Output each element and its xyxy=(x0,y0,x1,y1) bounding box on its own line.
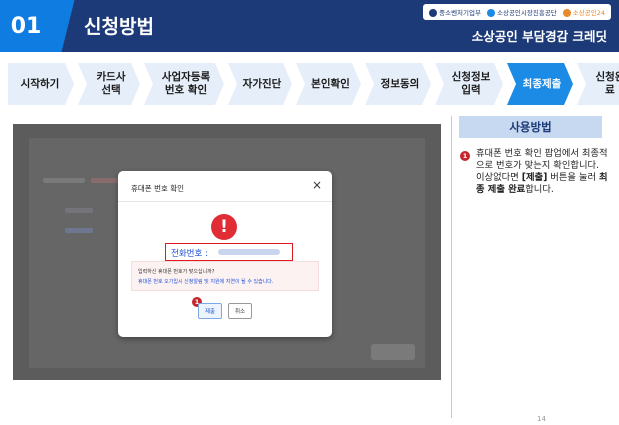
howto-instructions: 휴대폰 번호 확인 팝업에서 최종적으로 번호가 맞는지 확인합니다. 이상없다… xyxy=(476,148,612,196)
howto-submit-emphasis: [제출] xyxy=(521,172,548,183)
howto-line2-mid: 버튼을 눌러 xyxy=(547,172,599,183)
howto-line1: 휴대폰 번호 확인 팝업에서 최종적으로 번호가 맞는지 확인합니다. xyxy=(476,148,608,171)
step-identity: 본인확인 xyxy=(296,63,361,105)
logo-semas: 소상공인시장진흥공단 xyxy=(486,7,557,17)
page-number: 14 xyxy=(537,415,546,423)
vertical-divider xyxy=(451,116,452,418)
partner-logos: 중소벤처기업부 소상공인시장진흥공단 소상공인24 xyxy=(423,4,611,20)
blurred-button xyxy=(371,344,415,360)
confirm-message-box: 입력하신 휴대폰 번호가 맞으십니까? 휴대폰 번호 오기입시 신청알림 및 지… xyxy=(131,261,319,291)
step-self-diagnosis: 자가진단 xyxy=(228,63,292,105)
howto-line2-pre: 이상없다면 xyxy=(476,172,522,183)
step-start: 시작하기 xyxy=(8,63,74,105)
step-final-submit: 최종제출 xyxy=(507,63,573,105)
dialog-divider xyxy=(118,201,332,202)
process-steps: 시작하기 카드사 선택 사업자등록 번호 확인 자가진단 본인확인 정보동의 신… xyxy=(8,63,613,105)
step-business-number: 사업자등록 번호 확인 xyxy=(144,63,224,105)
warning-icon: ! xyxy=(211,214,237,240)
screenshot-area: 휴대폰 번호 확인 × ! 전화번호 : 입력하신 휴대폰 번호가 맞으십니까?… xyxy=(13,124,441,380)
confirm-question: 입력하신 휴대폰 번호가 맞으십니까? xyxy=(138,269,215,275)
close-icon[interactable]: × xyxy=(312,179,322,191)
step-complete: 신청완료 xyxy=(577,63,619,105)
step-consent: 정보동의 xyxy=(365,63,431,105)
step-application-info: 신청정보 입력 xyxy=(435,63,503,105)
phone-number-highlight: 전화번호 : xyxy=(165,243,293,261)
howto-step-badge: 1 xyxy=(460,151,470,161)
masked-phone-number xyxy=(218,249,280,255)
phone-number-label: 전화번호 : xyxy=(171,249,208,259)
blurred-text xyxy=(43,178,85,183)
phone-confirm-dialog: 휴대폰 번호 확인 × ! 전화번호 : 입력하신 휴대폰 번호가 맞으십니까?… xyxy=(118,171,332,337)
submit-button[interactable]: 제출 xyxy=(198,303,222,319)
howto-title: 사용방법 xyxy=(459,116,602,138)
howto-line2-post: 합니다. xyxy=(525,184,554,195)
blurred-text xyxy=(65,228,93,233)
cancel-button[interactable]: 취소 xyxy=(228,303,252,319)
logo-mss: 중소벤처기업부 xyxy=(429,7,481,17)
page-header: 01 신청방법 중소벤처기업부 소상공인시장진흥공단 소상공인24 소상공인 부… xyxy=(0,0,619,52)
blurred-text xyxy=(91,178,121,183)
logo-sbiz24: 소상공인24 xyxy=(562,7,605,17)
blurred-text xyxy=(65,208,93,213)
step-card-company: 카드사 선택 xyxy=(78,63,140,105)
page-subtitle: 소상공인 부담경감 크레딧 xyxy=(471,29,607,44)
confirm-warning: 휴대폰 번호 오기입시 신청알림 및 지원에 지연이 될 수 있습니다. xyxy=(138,279,274,285)
section-number: 01 xyxy=(0,0,52,52)
dialog-title: 휴대폰 번호 확인 xyxy=(131,184,185,193)
page-title: 신청방법 xyxy=(84,16,154,38)
